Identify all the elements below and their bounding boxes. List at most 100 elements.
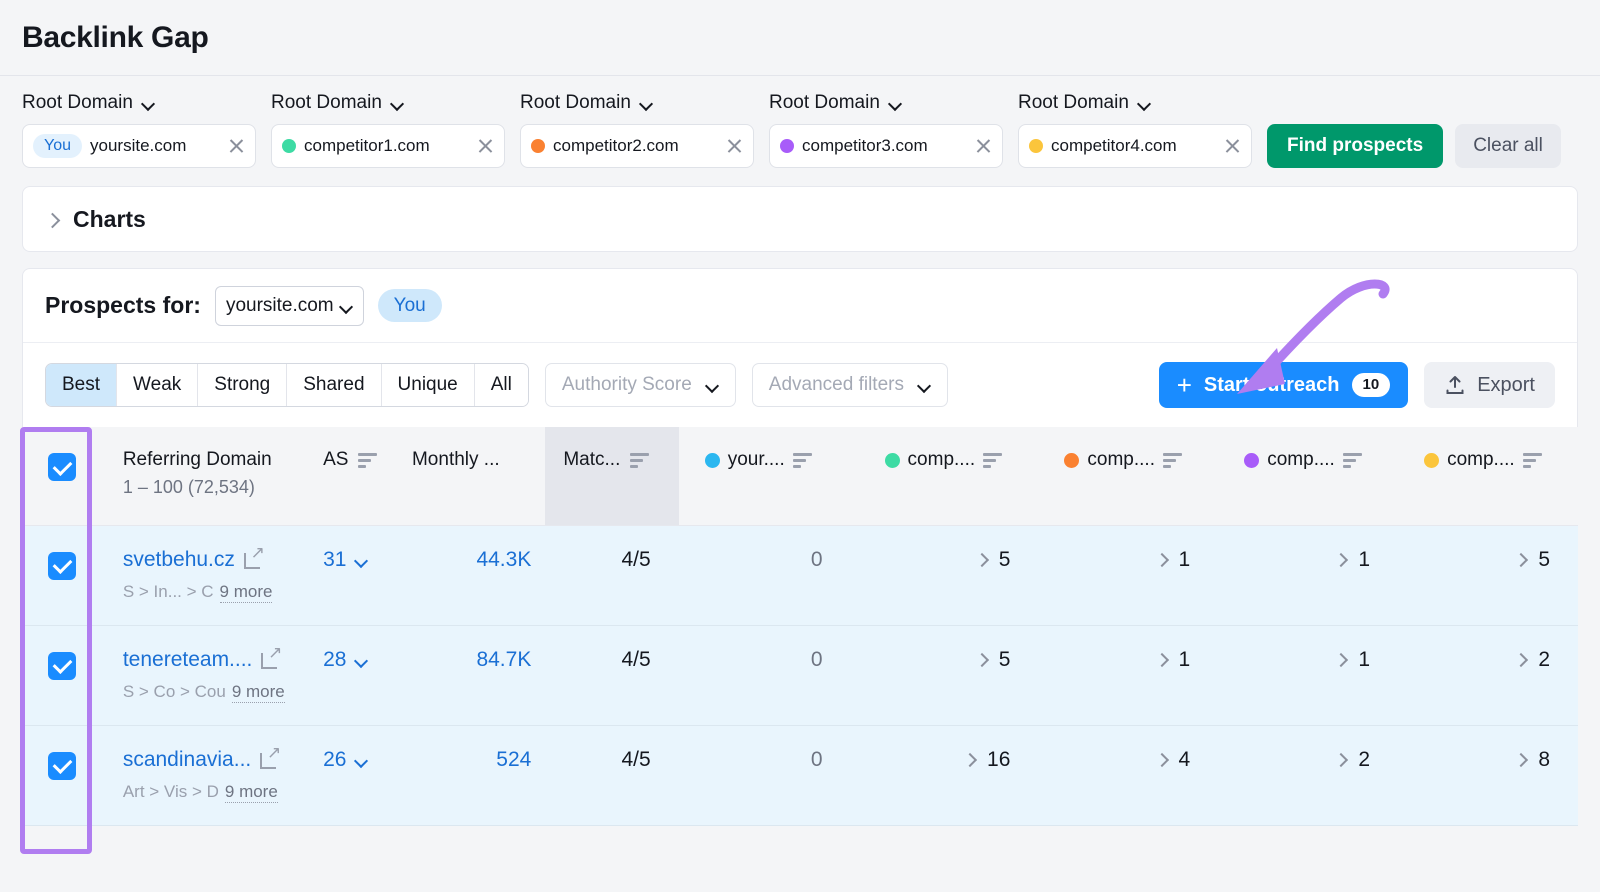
row-competitor-cell-4[interactable]: 8 (1398, 725, 1578, 825)
row-competitor-cell-1[interactable]: 16 (859, 725, 1039, 825)
row-more-categories-link[interactable]: 9 more (225, 782, 278, 803)
sort-icon[interactable] (1343, 453, 1362, 468)
close-icon[interactable] (227, 137, 245, 155)
header-matches-label: Matc... (563, 449, 620, 471)
header-competitor-1[interactable]: comp.... (859, 427, 1039, 525)
row-checkbox[interactable] (48, 652, 76, 680)
chevron-right-icon (1516, 754, 1526, 766)
find-prospects-button[interactable]: Find prospects (1267, 124, 1443, 168)
row-more-categories-link[interactable]: 9 more (220, 582, 273, 603)
header-referring-domain[interactable]: Referring Domain 1 – 100 (72,534) (103, 427, 323, 525)
row-checkbox[interactable] (48, 552, 76, 580)
row-competitor-cell-3[interactable]: 1 (1218, 525, 1398, 625)
domain-chip-competitor2[interactable]: competitor2.com (520, 124, 754, 168)
close-icon[interactable] (1223, 137, 1241, 155)
row-competitor-cell-3[interactable]: 2 (1218, 725, 1398, 825)
row-competitor-cell-2[interactable]: 1 (1038, 625, 1218, 725)
table-row[interactable]: tenereteam.... S > Co > Cou 9 more 28 84… (22, 625, 1578, 725)
export-button[interactable]: Export (1424, 362, 1555, 408)
chevron-right-icon (45, 212, 59, 226)
table-header: Referring Domain 1 – 100 (72,534) AS Mon… (22, 427, 1578, 525)
sort-icon[interactable] (983, 453, 1002, 468)
row-domain-link[interactable]: tenereteam.... (123, 648, 253, 672)
row-competitor-cell-2[interactable]: 4 (1038, 725, 1218, 825)
row-checkbox[interactable] (48, 752, 76, 780)
tab-unique[interactable]: Unique (382, 364, 475, 406)
row-domain-link[interactable]: scandinavia... (123, 748, 251, 772)
close-icon[interactable] (476, 137, 494, 155)
root-domain-dropdown-4[interactable]: Root Domain (1018, 92, 1267, 114)
header-matches[interactable]: Matc... (545, 427, 678, 525)
root-domain-dropdown-2[interactable]: Root Domain (520, 92, 769, 114)
prospects-domain-select[interactable]: yoursite.com (215, 286, 364, 326)
root-domain-dropdown-1[interactable]: Root Domain (271, 92, 520, 114)
row-as-value-group[interactable]: 31 (323, 548, 412, 572)
start-outreach-button[interactable]: + Start outreach 10 (1159, 362, 1408, 408)
tab-best[interactable]: Best (46, 364, 117, 406)
row-monthly-value[interactable]: 524 (412, 725, 545, 825)
advanced-filters[interactable]: Advanced filters (752, 363, 948, 407)
chevron-down-icon (355, 756, 368, 764)
table-row[interactable]: svetbehu.cz S > In... > C 9 more 31 44.3… (22, 525, 1578, 625)
header-competitor-3[interactable]: comp.... (1218, 427, 1398, 525)
header-competitor-2[interactable]: comp.... (1038, 427, 1218, 525)
domain-chip-competitor3[interactable]: competitor3.com (769, 124, 1003, 168)
clear-all-button[interactable]: Clear all (1455, 124, 1561, 168)
domain-chip-competitor1[interactable]: competitor1.com (271, 124, 505, 168)
charts-label: Charts (73, 206, 146, 233)
row-competitor-value-4: 5 (1538, 548, 1550, 572)
row-competitor-cell-4[interactable]: 2 (1398, 625, 1578, 725)
domain-chip-yoursite[interactable]: You yoursite.com (22, 124, 256, 168)
row-monthly-value[interactable]: 84.7K (412, 625, 545, 725)
prospects-for-row: Prospects for: yoursite.com You (23, 269, 1577, 343)
authority-score-filter[interactable]: Authority Score (545, 363, 736, 407)
header-monthly-visits[interactable]: Monthly ... (412, 427, 545, 525)
tab-weak[interactable]: Weak (117, 364, 198, 406)
row-as-value-group[interactable]: 28 (323, 648, 412, 672)
charts-section-toggle[interactable]: Charts (22, 186, 1578, 252)
row-as-value-group[interactable]: 26 (323, 748, 412, 772)
root-domain-dropdown-0[interactable]: Root Domain (22, 92, 271, 114)
tab-strong[interactable]: Strong (198, 364, 287, 406)
row-competitor-cell-1[interactable]: 5 (859, 625, 1039, 725)
sort-icon[interactable] (793, 453, 812, 468)
row-competitor-cell-4[interactable]: 5 (1398, 525, 1578, 625)
sort-icon[interactable] (358, 453, 377, 468)
chevron-right-icon (1157, 754, 1167, 766)
chevron-right-icon (1516, 554, 1526, 566)
row-as-cell: 31 (323, 525, 412, 625)
row-competitor-cell-3[interactable]: 1 (1218, 625, 1398, 725)
sort-icon[interactable] (1163, 453, 1182, 468)
select-all-checkbox[interactable] (48, 453, 76, 481)
row-more-categories-link[interactable]: 9 more (232, 682, 285, 703)
row-match-value: 4/5 (545, 525, 678, 625)
row-domain-link[interactable]: svetbehu.cz (123, 548, 235, 572)
row-monthly-value[interactable]: 44.3K (412, 525, 545, 625)
external-link-icon[interactable] (261, 650, 280, 669)
tab-all[interactable]: All (475, 364, 528, 406)
sort-icon[interactable] (630, 453, 649, 468)
chevron-right-icon (1157, 554, 1167, 566)
row-competitor-value-2: 1 (1179, 648, 1191, 672)
header-monthly-label: Monthly ... (412, 449, 500, 471)
close-icon[interactable] (974, 137, 992, 155)
chevron-down-icon (340, 302, 353, 310)
domain-chip-label: yoursite.com (90, 136, 219, 156)
row-domain-cell: scandinavia... Art > Vis > D 9 more (103, 725, 323, 825)
header-as[interactable]: AS (323, 427, 412, 525)
tab-shared[interactable]: Shared (287, 364, 381, 406)
table-row[interactable]: scandinavia... Art > Vis > D 9 more 26 5… (22, 725, 1578, 825)
sort-icon[interactable] (1523, 453, 1542, 468)
row-competitor-cell-1[interactable]: 5 (859, 525, 1039, 625)
close-icon[interactable] (725, 137, 743, 155)
table-body: svetbehu.cz S > In... > C 9 more 31 44.3… (22, 525, 1578, 825)
header-competitor-4[interactable]: comp.... (1398, 427, 1578, 525)
external-link-icon[interactable] (260, 750, 279, 769)
domain-chip-competitor4[interactable]: competitor4.com (1018, 124, 1252, 168)
row-competitor-cell-2[interactable]: 1 (1038, 525, 1218, 625)
external-link-icon[interactable] (244, 550, 263, 569)
header-competitor-0[interactable]: your.... (679, 427, 859, 525)
domain-chip-label: competitor1.com (304, 136, 468, 156)
upload-icon (1444, 374, 1466, 396)
root-domain-dropdown-3[interactable]: Root Domain (769, 92, 1018, 114)
